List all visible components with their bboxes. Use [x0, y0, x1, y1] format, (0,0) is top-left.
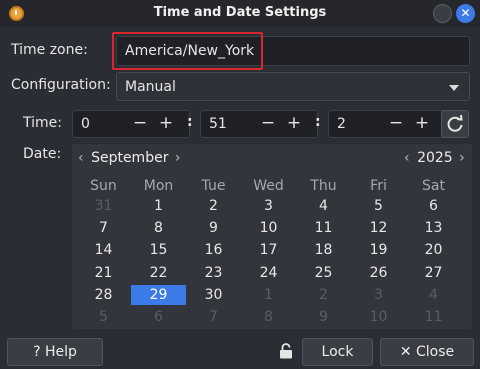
- calendar-day[interactable]: 11: [296, 218, 351, 238]
- calendar-day[interactable]: 17: [241, 240, 296, 260]
- calendar-day[interactable]: 2: [296, 285, 351, 305]
- calendar-day[interactable]: 23: [186, 263, 241, 283]
- close-window-button[interactable]: ✕: [456, 4, 475, 23]
- calendar-day[interactable]: 29: [131, 284, 186, 305]
- calendar-day[interactable]: 5: [76, 307, 131, 327]
- chevron-down-icon: [449, 85, 459, 91]
- weekday-header: Fri: [370, 178, 387, 194]
- seconds-minus-button[interactable]: −: [383, 111, 409, 137]
- calendar-day[interactable]: 28: [76, 285, 131, 305]
- calendar-day[interactable]: 25: [296, 263, 351, 283]
- calendar-day[interactable]: 21: [76, 263, 131, 283]
- calendar-day[interactable]: 12: [351, 218, 406, 238]
- weekday-header: Wed: [253, 178, 284, 194]
- configuration-dropdown[interactable]: Manual: [116, 72, 470, 101]
- minutes-minus-button[interactable]: −: [255, 111, 281, 137]
- highlight-box: [112, 32, 263, 70]
- refresh-icon: [447, 114, 463, 132]
- calendar-day[interactable]: 11: [406, 307, 461, 327]
- calendar-day[interactable]: 22: [131, 263, 186, 283]
- calendar-day[interactable]: 14: [76, 240, 131, 260]
- time-separator: :: [315, 114, 321, 130]
- minimize-button[interactable]: [433, 4, 452, 23]
- calendar-day[interactable]: 6: [406, 196, 461, 216]
- seconds-spinner[interactable]: 2 − +: [328, 110, 446, 138]
- chevron-left-icon[interactable]: ‹: [404, 150, 410, 166]
- configuration-label: Configuration:: [11, 77, 111, 93]
- minutes-spinner[interactable]: 51 − +: [200, 110, 318, 138]
- calendar-day[interactable]: 18: [296, 240, 351, 260]
- calendar-day[interactable]: 4: [406, 285, 461, 305]
- weekday-header: Sun: [90, 178, 117, 194]
- calendar-day[interactable]: 24: [241, 263, 296, 283]
- timezone-label: Time zone:: [11, 42, 88, 58]
- chevron-right-icon[interactable]: ›: [459, 150, 465, 166]
- chevron-right-icon[interactable]: ›: [175, 150, 181, 166]
- calendar-day[interactable]: 13: [406, 218, 461, 238]
- minutes-plus-button[interactable]: +: [281, 111, 307, 137]
- hours-spinner[interactable]: 0 − +: [72, 110, 190, 138]
- calendar-day[interactable]: 7: [186, 307, 241, 327]
- calendar-day[interactable]: 1: [241, 285, 296, 305]
- refresh-button[interactable]: [441, 110, 469, 138]
- calendar-day[interactable]: 3: [241, 196, 296, 216]
- month-name: September: [91, 150, 169, 166]
- title-bar: Time and Date Settings ✕: [0, 0, 480, 27]
- date-label: Date:: [23, 146, 62, 162]
- calendar-day[interactable]: 30: [186, 285, 241, 305]
- calendar-day[interactable]: 8: [131, 218, 186, 238]
- year-navigator: ‹ 2025 ›: [404, 150, 465, 166]
- seconds-value: 2: [337, 116, 346, 132]
- hours-minus-button[interactable]: −: [127, 111, 153, 137]
- calendar-day[interactable]: 15: [131, 240, 186, 260]
- window-title: Time and Date Settings: [153, 5, 327, 20]
- calendar-day[interactable]: 1: [131, 196, 186, 216]
- calendar-day[interactable]: 19: [351, 240, 406, 260]
- calendar-day[interactable]: 9: [186, 218, 241, 238]
- calendar-day[interactable]: 10: [241, 218, 296, 238]
- chevron-left-icon[interactable]: ‹: [78, 150, 84, 166]
- seconds-plus-button[interactable]: +: [409, 111, 435, 137]
- close-button[interactable]: ✕ Close: [380, 338, 474, 366]
- weekday-header: Sat: [422, 178, 445, 194]
- calendar-day[interactable]: 4: [296, 196, 351, 216]
- calendar-day[interactable]: 16: [186, 240, 241, 260]
- lock-icon: [280, 343, 292, 359]
- calendar-day[interactable]: 10: [351, 307, 406, 327]
- calendar-day[interactable]: 9: [296, 307, 351, 327]
- calendar-day[interactable]: 3: [351, 285, 406, 305]
- time-label: Time:: [23, 115, 62, 131]
- hours-plus-button[interactable]: +: [153, 111, 179, 137]
- calendar-day[interactable]: 6: [131, 307, 186, 327]
- lock-button[interactable]: Lock: [302, 338, 373, 366]
- calendar-day[interactable]: 20: [406, 240, 461, 260]
- calendar-day[interactable]: 31: [76, 196, 131, 216]
- month-navigator: ‹ September ›: [78, 150, 181, 166]
- weekday-header: Tue: [201, 178, 226, 194]
- weekday-header: Thu: [310, 178, 337, 194]
- year-value: 2025: [417, 150, 453, 166]
- calendar-day[interactable]: 27: [406, 263, 461, 283]
- minutes-value: 51: [209, 116, 227, 132]
- weekday-header: Mon: [143, 178, 174, 194]
- calendar-day[interactable]: 5: [351, 196, 406, 216]
- calendar-day[interactable]: 2: [186, 196, 241, 216]
- calendar-day[interactable]: 8: [241, 307, 296, 327]
- calendar-day[interactable]: 26: [351, 263, 406, 283]
- configuration-value: Manual: [125, 78, 176, 95]
- help-button[interactable]: ? Help: [7, 338, 103, 366]
- time-separator: :: [187, 114, 193, 130]
- calendar-day[interactable]: 7: [76, 218, 131, 238]
- hours-value: 0: [81, 116, 90, 132]
